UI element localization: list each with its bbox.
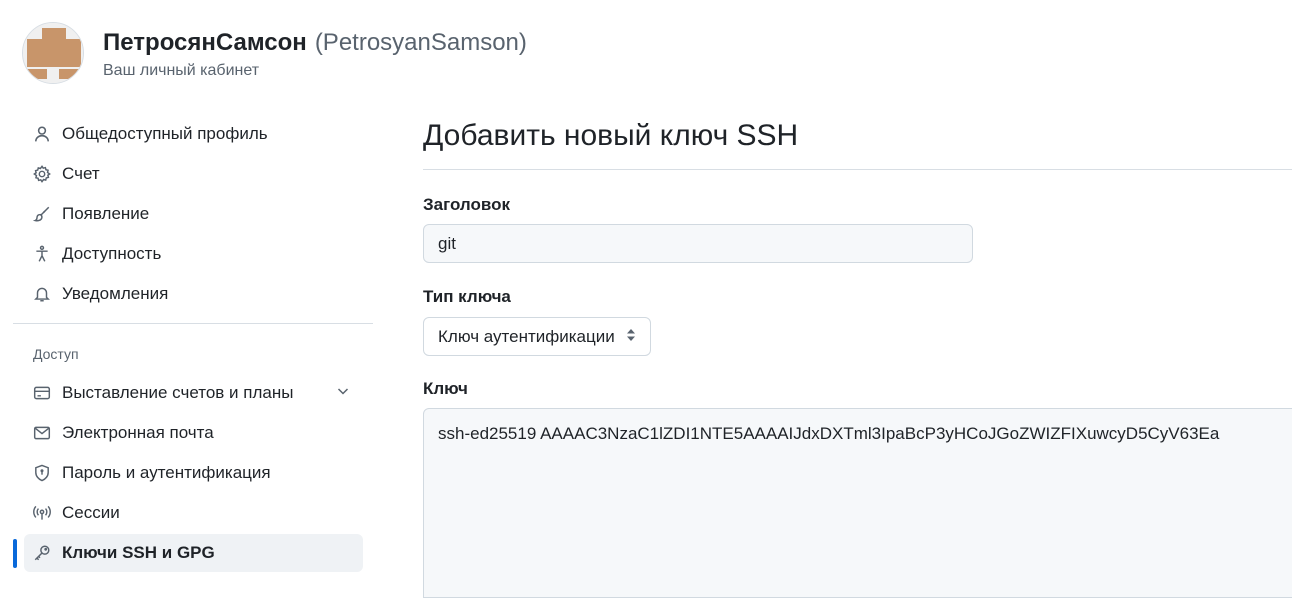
bell-icon	[32, 284, 52, 304]
sidebar-item-label: Ключи SSH и GPG	[62, 543, 215, 562]
sidebar-item-billing[interactable]: Выставление счетов и планы	[24, 374, 363, 412]
display-name: ПетросянСамсон	[103, 29, 307, 56]
chevron-down-icon[interactable]	[335, 383, 351, 404]
user-display-name[interactable]: ПетросянСамсон (PetrosyanSamson)	[103, 29, 527, 57]
sidebar-item-notifications[interactable]: Уведомления	[24, 275, 363, 313]
page-title: Добавить новый ключ SSH	[423, 119, 799, 152]
sidebar-item-label: Пароль и аутентификация	[62, 463, 271, 482]
user-login: (PetrosyanSamson)	[314, 29, 527, 56]
sidebar-item-sessions[interactable]: Сессии	[24, 494, 363, 532]
sidebar-item-label: Счет	[62, 164, 100, 183]
key-type-select[interactable]: Ключ аутентификации	[423, 317, 651, 356]
paintbrush-icon	[32, 204, 52, 224]
select-arrows-icon	[626, 327, 636, 347]
key-type-selected: Ключ аутентификации	[438, 326, 615, 346]
title-input[interactable]: git	[423, 224, 973, 263]
sidebar-item-ssh-gpg-keys[interactable]: Ключи SSH и GPG	[24, 534, 363, 572]
title-divider	[423, 169, 1292, 170]
sidebar-item-label: Появление	[62, 204, 150, 223]
key-icon	[32, 543, 52, 563]
title-input-value: git	[438, 233, 456, 253]
sidebar-item-email[interactable]: Электронная почта	[24, 414, 363, 452]
key-textarea[interactable]: ssh-ed25519 AAAAC3NzaC1lZDI1NTE5AAAAIJdx…	[423, 408, 1292, 598]
sidebar-item-appearance[interactable]: Появление	[24, 195, 363, 233]
active-indicator	[13, 539, 17, 568]
key-type-label: Тип ключа	[423, 287, 511, 306]
profile-subtitle: Ваш личный кабинет	[103, 62, 260, 79]
sidebar-item-accessibility[interactable]: Доступность	[24, 235, 363, 273]
sidebar-item-label: Доступность	[62, 244, 162, 263]
broadcast-icon	[32, 503, 52, 523]
sidebar-item-label: Сессии	[62, 503, 120, 522]
gear-icon	[32, 164, 52, 184]
sidebar-group-access-label: Доступ	[33, 346, 79, 362]
identicon	[23, 23, 83, 83]
sidebar-item-label: Электронная почта	[62, 423, 214, 442]
sidebar-item-password-auth[interactable]: Пароль и аутентификация	[24, 454, 363, 492]
key-field-label: Ключ	[423, 379, 468, 398]
accessibility-icon	[32, 244, 52, 264]
shield-lock-icon	[32, 463, 52, 483]
person-icon	[32, 124, 52, 144]
sidebar-item-label: Уведомления	[62, 284, 169, 303]
sidebar-item-public-profile[interactable]: Общедоступный профиль	[24, 115, 363, 153]
avatar[interactable]	[22, 22, 84, 84]
sidebar-divider	[13, 323, 373, 324]
sidebar-item-label: Общедоступный профиль	[62, 124, 268, 143]
key-textarea-value: ssh-ed25519 AAAAC3NzaC1lZDI1NTE5AAAAIJdx…	[438, 424, 1220, 443]
credit-card-icon	[32, 383, 52, 403]
sidebar-item-account[interactable]: Счет	[24, 155, 363, 193]
sidebar-item-label: Выставление счетов и планы	[62, 383, 294, 402]
mail-icon	[32, 423, 52, 443]
title-field-label: Заголовок	[423, 195, 511, 214]
